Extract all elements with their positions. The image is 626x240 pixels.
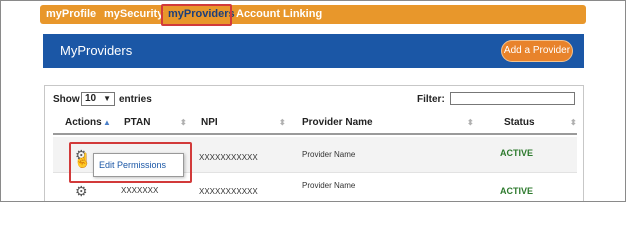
sort-arrows-icon[interactable]: ⬍ — [467, 118, 474, 127]
page-title: MyProviders — [60, 43, 133, 58]
sort-arrows-icon[interactable]: ⬍ — [279, 118, 286, 127]
column-header-ptan[interactable]: PTAN — [124, 117, 150, 128]
nav-highlight-box — [161, 4, 232, 26]
edit-permissions-menu-item[interactable]: Edit Permissions — [93, 153, 184, 177]
nav-item-mysecurity[interactable]: mySecurity — [104, 5, 163, 24]
add-provider-button[interactable]: Add a Provider — [501, 40, 573, 62]
filter-input[interactable] — [450, 92, 575, 105]
provider-name-cell: Provider Name — [302, 150, 356, 159]
top-nav: myProfile mySecurity myProviders Account… — [40, 5, 586, 24]
sort-arrows-icon[interactable]: ⬍ — [570, 118, 577, 127]
status-cell: ACTIVE — [500, 148, 534, 158]
entries-label: entries — [119, 94, 152, 105]
sort-arrows-icon[interactable]: ⬍ — [180, 118, 187, 127]
npi-cell: XXXXXXXXXXX — [199, 153, 258, 162]
filter-label: Filter: — [417, 94, 445, 105]
column-header-npi[interactable]: NPI — [201, 117, 218, 128]
app-frame: myProfile mySecurity myProviders Account… — [0, 0, 626, 202]
entries-select-value: 10 — [85, 93, 97, 104]
column-header-status[interactable]: Status — [504, 117, 535, 128]
page-header: MyProviders Add a Provider — [43, 34, 584, 68]
entries-select[interactable]: 10 ▼ — [81, 92, 115, 106]
nav-item-myprofile[interactable]: myProfile — [46, 5, 96, 24]
sort-asc-icon[interactable]: ▲ — [103, 118, 111, 127]
status-cell: ACTIVE — [500, 186, 534, 196]
show-label: Show — [53, 94, 80, 105]
provider-name-cell: Provider Name — [302, 181, 356, 190]
hand-pointer-icon: ☝ — [74, 152, 92, 168]
column-header-provider-name[interactable]: Provider Name — [302, 117, 373, 128]
column-header-actions[interactable]: Actions — [65, 117, 102, 128]
gear-icon[interactable]: ⚙ — [75, 184, 88, 198]
table-header: Actions ▲ PTAN ⬍ NPI ⬍ Provider Name ⬍ S… — [53, 113, 577, 135]
chevron-down-icon: ▼ — [103, 94, 111, 103]
nav-item-account-linking[interactable]: Account Linking — [236, 5, 322, 24]
ptan-cell: XXXXXXX — [121, 186, 159, 195]
npi-cell: XXXXXXXXXXX — [199, 187, 258, 196]
